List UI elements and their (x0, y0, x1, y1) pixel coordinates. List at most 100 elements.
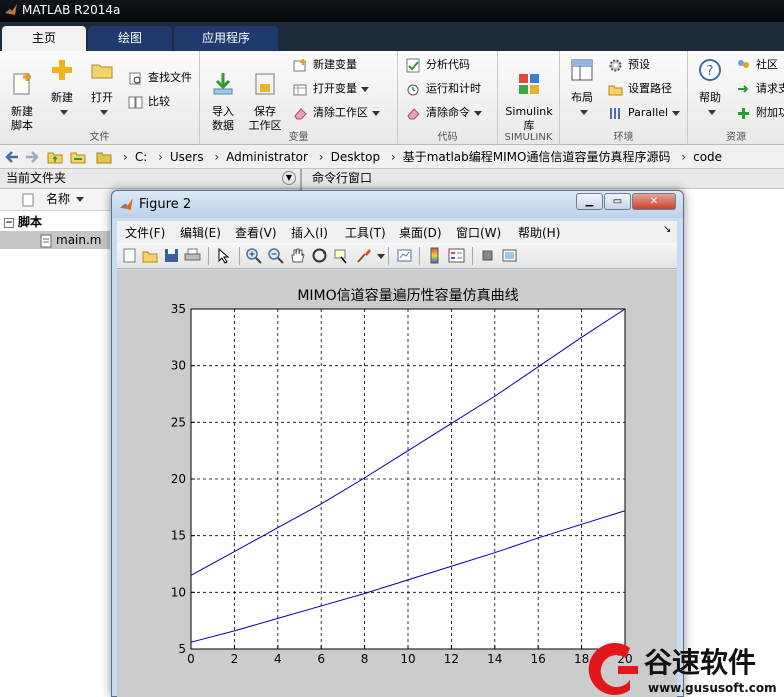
clear-commands-button[interactable]: 清除命令 (406, 103, 482, 123)
open-variable-button[interactable]: 打开变量 (293, 79, 369, 99)
menu-help[interactable]: 帮助(H) (518, 224, 560, 241)
save-icon[interactable] (163, 247, 180, 264)
sort-arrow-icon[interactable] (76, 197, 84, 202)
data-cursor-icon[interactable] (333, 247, 350, 264)
y-tick-label: 35 (171, 302, 186, 316)
collapse-icon[interactable]: − (4, 217, 14, 228)
ribbon-group-resources: ? 帮助 社区 请求支 附加功 资源 (688, 51, 784, 145)
parallel-button[interactable]: Parallel (608, 103, 681, 123)
parallel-icon (610, 108, 620, 119)
preferences-button[interactable]: 预设 (608, 55, 650, 75)
app-title: MATLAB R2014a (22, 3, 121, 17)
chevron-down-icon[interactable] (377, 254, 385, 259)
pan-hand-icon[interactable] (289, 247, 306, 264)
hide-plot-tools-icon[interactable] (479, 247, 496, 264)
help-button[interactable]: ? 帮助 (694, 57, 726, 119)
link-plot-icon[interactable] (396, 247, 413, 264)
show-plot-tools-icon[interactable] (501, 247, 518, 264)
new-variable-icon (293, 59, 306, 72)
menu-edit[interactable]: 编辑(E) (180, 224, 221, 241)
community-button[interactable]: 社区 (736, 55, 778, 75)
watermark-url: www.gususoft.com (648, 681, 777, 695)
breadcrumb-item[interactable]: C: (135, 150, 147, 164)
minimize-button[interactable]: ▁ (576, 193, 603, 210)
zoom-in-icon[interactable] (245, 247, 262, 264)
layout-button[interactable]: 布局 (566, 57, 598, 119)
back-arrow-icon[interactable] (4, 149, 20, 165)
figure-canvas-area: 0 2 4 6 8 10 12 14 16 18 20 5 10 15 20 25 30 35 MIMO信道容量遍历… (117, 270, 677, 697)
watermark-brand: 谷速软件 (644, 646, 756, 679)
x-tick-label: 10 (400, 652, 415, 666)
browse-folder-icon[interactable] (70, 149, 86, 165)
up-folder-icon[interactable] (47, 149, 63, 165)
new-variable-button[interactable]: 新建变量 (293, 55, 357, 75)
y-tick-label: 25 (171, 415, 186, 429)
zoom-out-icon[interactable] (267, 247, 284, 264)
compare-button[interactable]: 比较 (128, 92, 170, 112)
tab-plots[interactable]: 绘图 (88, 26, 172, 51)
analyze-code-button[interactable]: 分析代码 (406, 55, 470, 75)
panel-menu-icon[interactable]: ▼ (282, 171, 296, 185)
file-item-main[interactable]: main.m (40, 231, 102, 249)
colorbar-icon[interactable] (426, 247, 443, 264)
breadcrumb-item[interactable]: code (693, 150, 722, 164)
menu-desktop[interactable]: 桌面(D) (399, 224, 442, 241)
ribbon-group-variable: 导入 数据 保存 工作区 新建变量 打开变量 清除工作区 变量 (200, 51, 398, 145)
run-and-time-button[interactable]: 运行和计时 (406, 79, 481, 99)
menu-tools[interactable]: 工具(T) (345, 224, 386, 241)
print-icon[interactable] (184, 247, 201, 264)
y-tick-label: 15 (171, 529, 186, 543)
group-label-environment: 环境 (613, 132, 634, 143)
rotate-3d-icon[interactable] (311, 247, 328, 264)
address-bar: › C: › Users › Administrator › Desktop › 基于ma… (0, 145, 784, 169)
ribbon-group-simulink: Simulink 库 SIMULINK (498, 51, 560, 145)
breadcrumb-item[interactable]: Users (170, 150, 204, 164)
open-file-icon[interactable] (142, 247, 159, 264)
maximize-button[interactable]: ▭ (604, 193, 631, 210)
menu-file[interactable]: 文件(F) (125, 224, 165, 241)
pointer-icon[interactable] (215, 247, 232, 264)
x-tick-label: 16 (531, 652, 546, 666)
request-support-icon (738, 85, 749, 93)
menu-view[interactable]: 查看(V) (235, 224, 277, 241)
set-path-button[interactable]: 设置路径 (608, 79, 672, 99)
menu-insert[interactable]: 插入(I) (291, 224, 328, 241)
breadcrumb-separator-icon: › (158, 150, 163, 164)
brush-icon[interactable] (355, 247, 372, 264)
new-script-button[interactable]: 新建 脚本 (4, 57, 40, 133)
toolbar-separator (208, 247, 209, 265)
toolbar-separator (419, 247, 420, 265)
dock-figure-icon[interactable]: ↘ (663, 224, 671, 235)
set-path-icon (608, 85, 623, 96)
column-name-header[interactable]: 名称 (46, 189, 70, 210)
help-icon: ? (699, 59, 721, 81)
close-button[interactable]: ✕ (632, 193, 676, 210)
breadcrumb-item[interactable]: Desktop (331, 150, 381, 164)
open-button[interactable]: 打开 (84, 57, 120, 119)
tree-group-scripts[interactable]: − 脚本 (4, 213, 42, 231)
breadcrumb-item[interactable]: Administrator (226, 150, 308, 164)
new-button[interactable]: 新建 (44, 57, 80, 119)
menu-window[interactable]: 窗口(W) (456, 224, 501, 241)
legend-icon[interactable] (448, 247, 465, 264)
figure-title-bar[interactable]: Figure 2 ▁ ▭ ✕ (112, 191, 683, 218)
save-workspace-button[interactable]: 保存 工作区 (246, 57, 284, 133)
plus-icon (52, 60, 72, 80)
new-figure-icon[interactable] (121, 247, 138, 264)
tab-home[interactable]: 主页 (2, 26, 86, 51)
request-support-button[interactable]: 请求支 (736, 79, 784, 99)
tab-apps[interactable]: 应用程序 (174, 26, 278, 51)
clear-workspace-button[interactable]: 清除工作区 (293, 103, 380, 123)
chevron-down-icon (672, 110, 681, 116)
y-tick-label: 30 (171, 359, 186, 373)
chevron-down-icon (60, 109, 68, 115)
folder-open-icon (91, 64, 113, 79)
add-ons-button[interactable]: 附加功 (736, 103, 784, 123)
find-files-button[interactable]: 查找文件 (128, 68, 192, 88)
forward-arrow-icon[interactable] (24, 149, 40, 165)
import-data-button[interactable]: 导入 数据 (206, 57, 240, 133)
current-folder-title: 当前文件夹 (6, 171, 67, 185)
breadcrumb-item[interactable]: 基于matlab编程MIMO通信信道容量仿真程序源码 (403, 150, 671, 164)
x-tick-label: 6 (317, 652, 325, 666)
simulink-library-button[interactable]: Simulink 库 (502, 57, 556, 133)
